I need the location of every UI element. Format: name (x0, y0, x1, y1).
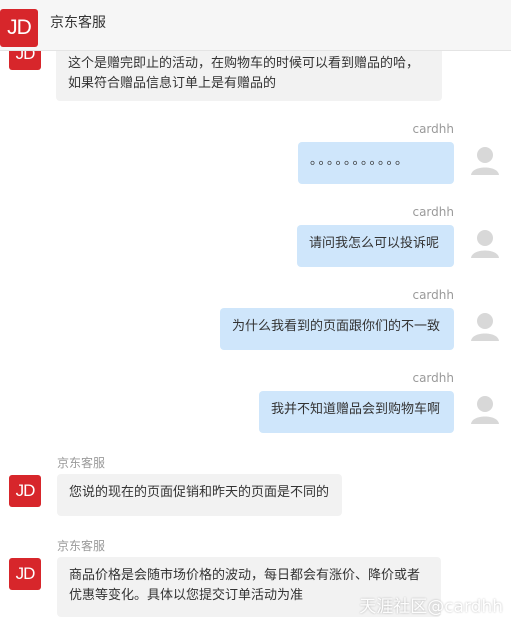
message-text: 我并不知道赠品会到购物车啊 (271, 402, 441, 417)
user-avatar-icon (471, 396, 499, 424)
jd-logo: JD (0, 9, 38, 47)
jd-avatar-text: JD (15, 564, 36, 583)
user-avatar-icon (471, 230, 499, 258)
message-bubble: 您说的现在的页面促销和昨天的页面是不同的 (57, 474, 342, 516)
user-avatar-icon (471, 147, 499, 175)
chat-header: JD 京东客服 (0, 0, 511, 51)
message-text: 请问我怎么可以投诉呢 (309, 236, 440, 251)
user-avatar-icon (471, 313, 499, 341)
watermark: 天涯社区@cardhh (359, 597, 503, 617)
jd-avatar: JD (9, 475, 41, 507)
message-line: 这个是赠完即止的活动，在购物车的时候可以看到赠品的哈， (68, 56, 420, 71)
sender-name: cardhh (412, 122, 454, 136)
jd-avatar: JD (9, 558, 41, 590)
message-line: 商品价格是会随市场价格的波动，每日都会有涨价、降价或者 (69, 568, 421, 583)
sender-name: cardhh (412, 205, 454, 219)
sender-name: 京东客服 (57, 539, 106, 553)
message-text: 您说的现在的页面促销和昨天的页面是不同的 (69, 485, 330, 500)
sender-name: cardhh (412, 371, 454, 385)
message-bubble: 我并不知道赠品会到购物车啊 (259, 391, 454, 433)
message-text: 。。。。。。。。。。。 (310, 153, 411, 168)
jd-avatar-text: JD (15, 481, 36, 500)
message-bubble: 这个是赠完即止的活动，在购物车的时候可以看到赠品的哈， 如果符合赠品信息订单上是… (56, 45, 442, 101)
sender-name: cardhh (412, 288, 454, 302)
chat-title: 京东客服 (50, 15, 106, 31)
message-text: 为什么我看到的页面跟你们的不一致 (232, 319, 441, 334)
message-bubble: 。。。。。。。。。。。 (298, 142, 454, 184)
message-bubble: 为什么我看到的页面跟你们的不一致 (220, 308, 454, 350)
message-line: 如果符合赠品信息订单上是有赠品的 (68, 76, 277, 91)
sender-name: 京东客服 (57, 456, 106, 470)
message-bubble: 请问我怎么可以投诉呢 (297, 225, 454, 267)
